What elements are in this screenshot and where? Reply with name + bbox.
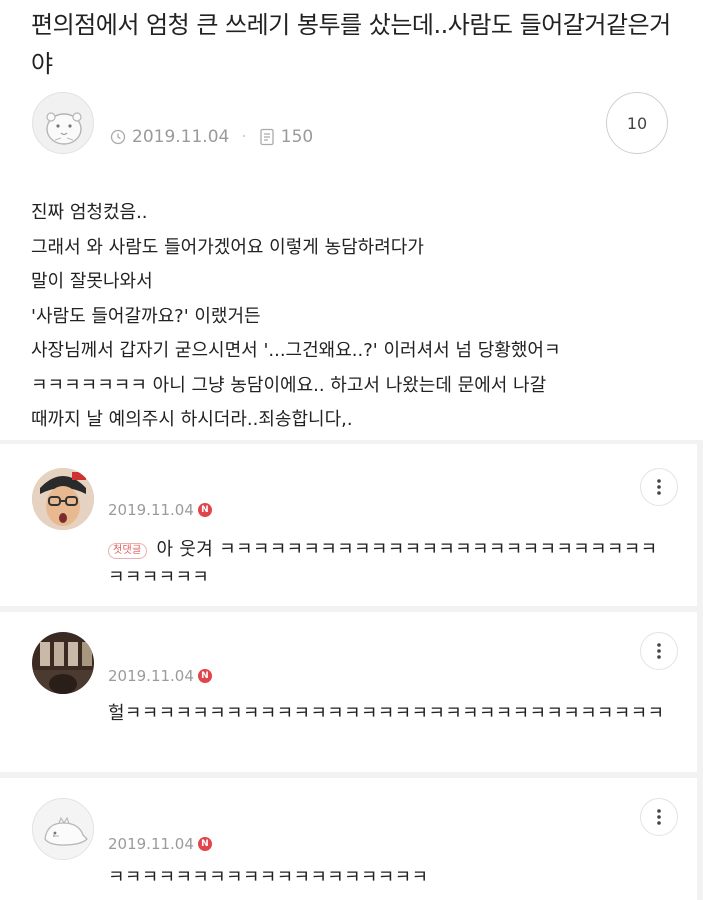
clock-icon bbox=[110, 129, 126, 145]
commenter-avatar[interactable] bbox=[32, 632, 94, 694]
document-icon bbox=[259, 128, 275, 146]
post-date: 2019.11.04 bbox=[132, 127, 230, 147]
comment-text: ㅋㅋㅋㅋㅋㅋㅋㅋㅋㅋㅋㅋㅋㅋㅋㅋㅋㅋㅋ bbox=[108, 867, 429, 888]
comment-more-button[interactable] bbox=[640, 468, 678, 506]
comment-text: 헐ㅋㅋㅋㅋㅋㅋㅋㅋㅋㅋㅋㅋㅋㅋㅋㅋㅋㅋㅋㅋㅋㅋㅋㅋㅋㅋㅋㅋㅋㅋㅋㅋ bbox=[108, 703, 665, 724]
dinosaur-avatar-icon bbox=[33, 799, 93, 859]
comment-item: 2019.11.04 N 헐ㅋㅋㅋㅋㅋㅋㅋㅋㅋㅋㅋㅋㅋㅋㅋㅋㅋㅋㅋㅋㅋㅋㅋㅋㅋㅋ… bbox=[0, 612, 697, 772]
comment-more-button[interactable] bbox=[640, 798, 678, 836]
comment-date-row: 2019.11.04 N bbox=[108, 500, 212, 520]
post-body-line: 때까지 날 예의주시 하시더라..죄송합니다,. bbox=[31, 409, 353, 430]
comment-date: 2019.11.04 bbox=[108, 667, 194, 685]
post-views: 150 bbox=[280, 127, 314, 147]
post-body-line: 그래서 와 사람도 들어가겠어요 이렇게 농담하려다가 bbox=[31, 236, 424, 258]
comment-text-block: 첫댓글 아 웃겨 ㅋㅋㅋㅋㅋㅋㅋㅋㅋㅋㅋㅋㅋㅋㅋㅋㅋㅋㅋㅋㅋㅋㅋㅋㅋㅋㅋㅋㅋㅋㅋㅋ bbox=[108, 536, 668, 592]
person-photo-icon bbox=[32, 468, 94, 530]
post-body-line: '사람도 들어갈까요?' 이랬거든 bbox=[31, 305, 261, 327]
new-badge: N bbox=[197, 503, 212, 517]
post-body-line: 말이 잘못나와서 bbox=[31, 271, 153, 292]
commenter-avatar[interactable] bbox=[32, 798, 94, 860]
room-photo-icon bbox=[32, 632, 94, 694]
more-vertical-icon bbox=[657, 809, 661, 825]
commenter-avatar[interactable] bbox=[32, 468, 94, 530]
comment-count-button[interactable]: 10 bbox=[606, 92, 668, 154]
comment-date: 2019.11.04 bbox=[108, 835, 194, 853]
post-body: 진짜 엄청컸음.. 그래서 와 사람도 들어가겠어요 이렇게 농담하려다가 말이… bbox=[31, 196, 681, 438]
comment-date: 2019.11.04 bbox=[108, 501, 194, 519]
first-comment-badge: 첫댓글 bbox=[108, 543, 147, 559]
comment-item: 2019.11.04 N 첫댓글 아 웃겨 ㅋㅋㅋㅋㅋㅋㅋㅋㅋㅋㅋㅋㅋㅋㅋㅋㅋㅋㅋ… bbox=[0, 444, 697, 606]
post-body-line: ㅋㅋㅋㅋㅋㅋㅋ 아니 그냥 농담이에요.. 하고서 나왔는데 문에서 나갈 bbox=[31, 374, 547, 396]
comment-text: 아 웃겨 ㅋㅋㅋㅋㅋㅋㅋㅋㅋㅋㅋㅋㅋㅋㅋㅋㅋㅋㅋㅋㅋㅋㅋㅋㅋㅋㅋㅋㅋㅋㅋㅋ bbox=[108, 539, 658, 588]
comment-date-row: 2019.11.04 N bbox=[108, 666, 212, 686]
comment-item: 2019.11.04 N ㅋㅋㅋㅋㅋㅋㅋㅋㅋㅋㅋㅋㅋㅋㅋㅋㅋㅋㅋ bbox=[0, 778, 697, 900]
new-badge: N bbox=[197, 669, 212, 683]
more-vertical-icon bbox=[657, 643, 661, 659]
new-badge: N bbox=[197, 837, 212, 851]
hamster-avatar-icon bbox=[46, 112, 82, 145]
post-meta: 2019.11.04 · 150 bbox=[110, 124, 313, 150]
comment-list: 2019.11.04 N 첫댓글 아 웃겨 ㅋㅋㅋㅋㅋㅋㅋㅋㅋㅋㅋㅋㅋㅋㅋㅋㅋㅋㅋ… bbox=[0, 440, 703, 900]
more-vertical-icon bbox=[657, 479, 661, 495]
post-body-line: 사장님께서 갑자기 굳으시면서 '...그건왜요..?' 이러셔서 넘 당황했어… bbox=[31, 340, 561, 361]
comment-more-button[interactable] bbox=[640, 632, 678, 670]
author-avatar[interactable] bbox=[32, 92, 94, 154]
post-title: 편의점에서 엄청 큰 쓰레기 봉투를 샀는데..사람도 들어갈거같은거야 bbox=[31, 11, 671, 78]
post-body-line: 진짜 엄청컸음.. bbox=[31, 202, 148, 223]
meta-separator: · bbox=[241, 127, 247, 147]
comment-date-row: 2019.11.04 N bbox=[108, 834, 212, 854]
